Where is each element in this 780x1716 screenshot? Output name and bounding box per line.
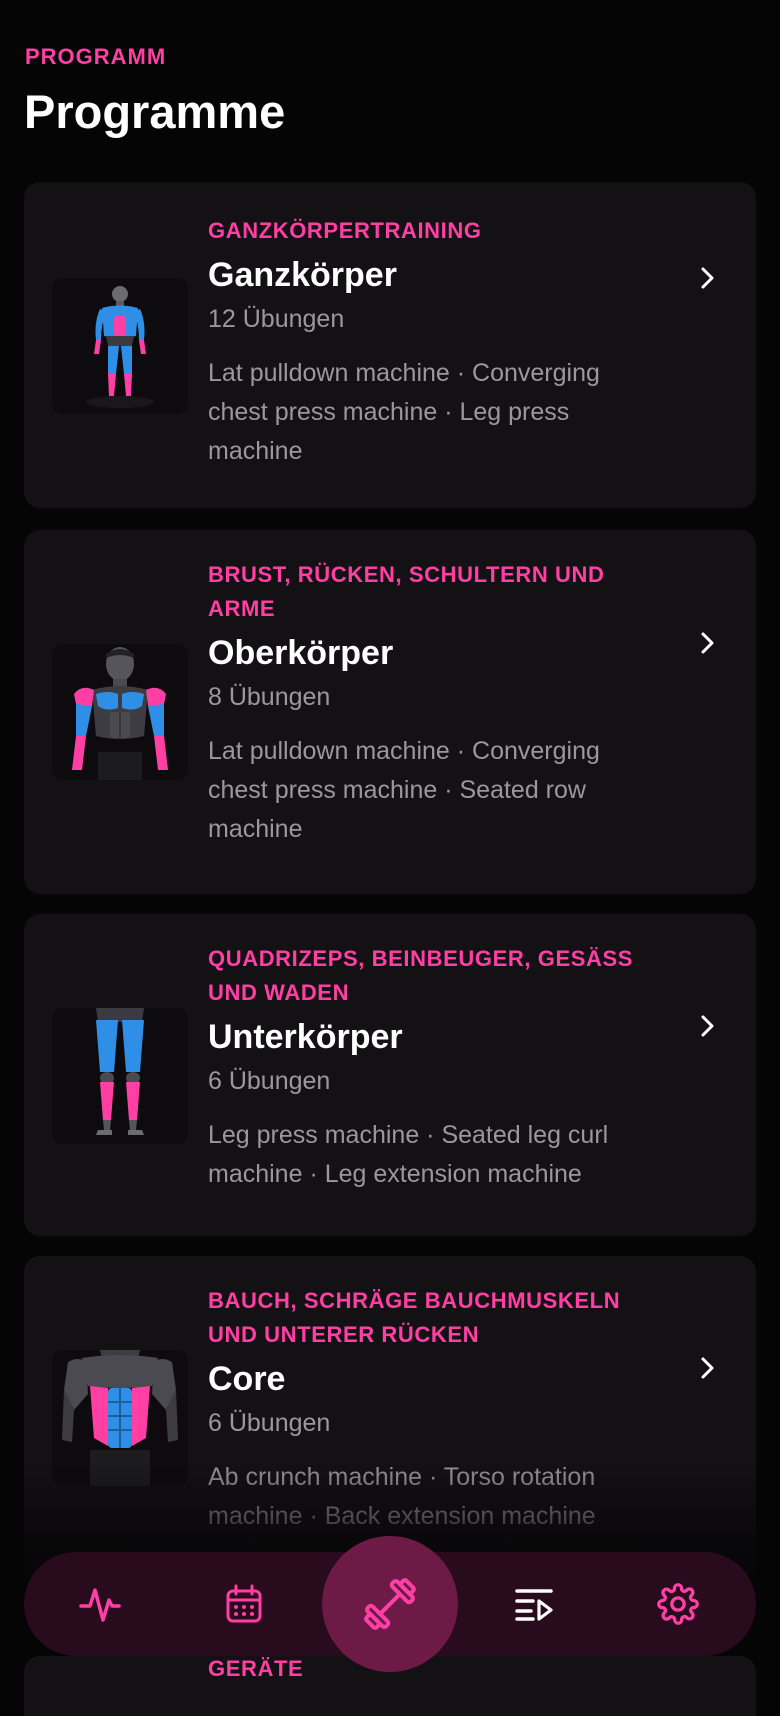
program-exercise-list: Leg press machine · Seated leg curl mach… [208, 1121, 609, 1188]
gear-icon [657, 1583, 699, 1625]
program-exercise-list: Lat pulldown machine · Converging chest … [208, 737, 600, 843]
program-card-core[interactable]: BAUCH, SCHRÄGE BAUCHMUSKELN UND UNTERER … [24, 1256, 756, 1578]
program-card-body: GANZKÖRPERTRAINING Ganzkörper 12 Übungen… [208, 214, 660, 471]
program-category: BAUCH, SCHRÄGE BAUCHMUSKELN UND UNTERER … [208, 1288, 621, 1347]
page-title: Programme [24, 85, 286, 138]
program-name: Unterkörper [208, 1018, 403, 1056]
playlist-icon [515, 1589, 553, 1621]
tab-calendar[interactable] [218, 1578, 270, 1630]
program-card-body: BAUCH, SCHRÄGE BAUCHMUSKELN UND UNTERER … [208, 1284, 660, 1536]
activity-icon [79, 1588, 121, 1622]
program-category: BRUST, RÜCKEN, SCHULTERN UND ARME [208, 562, 605, 621]
program-category: QUADRIZEPS, BEINBEUGER, GESÄSS UND WADEN [208, 946, 634, 1005]
program-card-oberkoerper[interactable]: BRUST, RÜCKEN, SCHULTERN UND ARME Oberkö… [24, 530, 756, 894]
calendar-icon [226, 1584, 262, 1623]
program-category: GERÄTE [208, 1656, 304, 1681]
chevron-right-icon[interactable] [694, 630, 720, 656]
program-card-body: QUADRIZEPS, BEINBEUGER, GESÄSS UND WADEN… [208, 942, 660, 1194]
tab-activity[interactable] [74, 1578, 126, 1630]
program-card-body: BRUST, RÜCKEN, SCHULTERN UND ARME Oberkö… [208, 558, 660, 849]
lower-body-figure-image [52, 1008, 188, 1144]
program-exercise-count: 8 Übungen [208, 683, 331, 711]
full-body-figure-image [52, 278, 188, 414]
program-exercise-list: Lat pulldown machine · Converging chest … [208, 359, 600, 465]
program-name: Oberkörper [208, 634, 394, 672]
program-name: Core [208, 1360, 286, 1398]
program-card-ganzkoerper[interactable]: GANZKÖRPERTRAINING Ganzkörper 12 Übungen… [24, 182, 756, 508]
program-card-unterkoerper[interactable]: QUADRIZEPS, BEINBEUGER, GESÄSS UND WADEN… [24, 914, 756, 1236]
tab-programs[interactable] [322, 1536, 458, 1672]
core-figure-image [52, 1350, 188, 1486]
upper-body-figure-image [52, 644, 188, 780]
program-exercise-list: Ab crunch machine · Torso rotation machi… [208, 1463, 596, 1530]
chevron-right-icon[interactable] [694, 1355, 720, 1381]
program-category: GANZKÖRPERTRAINING [208, 218, 482, 243]
chevron-right-icon[interactable] [694, 265, 720, 291]
dumbbell-icon [364, 1578, 416, 1630]
program-name: Ganzkörper [208, 256, 397, 294]
program-exercise-count: 12 Übungen [208, 305, 345, 333]
tab-settings[interactable] [652, 1578, 704, 1630]
chevron-right-icon[interactable] [694, 1013, 720, 1039]
header-eyebrow: PROGRAMM [25, 44, 167, 69]
program-exercise-count: 6 Übungen [208, 1067, 331, 1095]
tab-playlist[interactable] [508, 1578, 560, 1630]
program-exercise-count: 6 Übungen [208, 1409, 331, 1437]
